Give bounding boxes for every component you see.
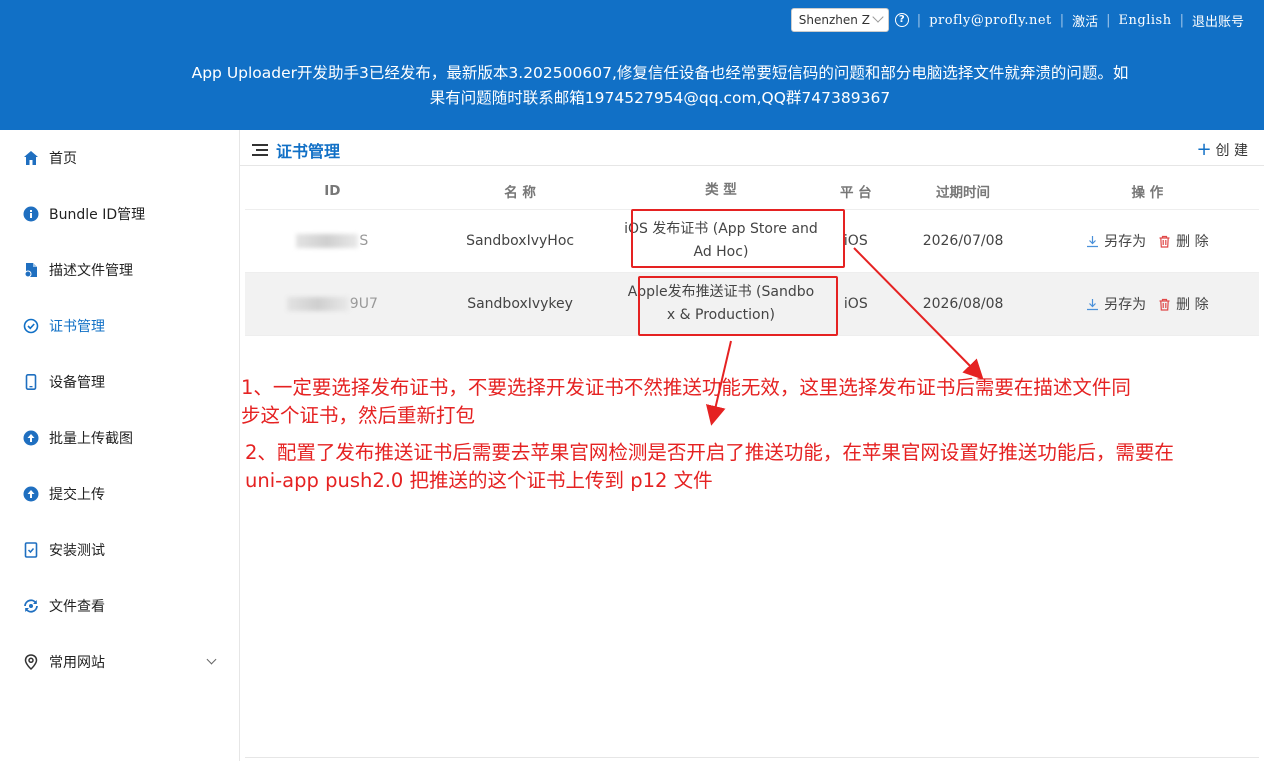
divider: | (1106, 12, 1111, 28)
home-icon (23, 150, 39, 166)
download-icon (1087, 298, 1099, 310)
sidebar-item-devices[interactable]: 设备管理 (0, 354, 239, 410)
phone-icon (23, 374, 39, 390)
redacted-mask (296, 234, 359, 248)
sidebar-item-label: 常用网站 (49, 655, 105, 671)
divider: | (916, 12, 922, 28)
announcement-line-2: 果有问题随时联系邮箱1974527954@qq.com,QQ群747389367 (429, 89, 891, 107)
annotation-note-1: 1、一定要选择发布证书，不要选择开发证书不然推送功能无效，这里选择发布证书后需要… (241, 376, 1131, 427)
column-header-name: 名 称 (504, 184, 536, 201)
sidebar-item-profiles[interactable]: 描述文件管理 (0, 242, 239, 298)
content-header: 证书管理 + 创 建 (240, 130, 1264, 166)
row-actions: 另存为 删 除 (1036, 294, 1259, 314)
column-header-platform: 平 台 (839, 184, 872, 201)
header-bar: Shenzhen Z ? | profly@profly.net | 激活 | … (0, 0, 1264, 130)
trash-icon (1159, 298, 1170, 311)
sync-icon (23, 598, 39, 614)
sidebar-item-certificates[interactable]: 证书管理 (0, 298, 239, 354)
chevron-down-icon (872, 11, 884, 23)
sidebar-item-label: 提交上传 (49, 487, 105, 503)
english-link[interactable]: English (1119, 13, 1172, 28)
page-title-text: 证书管理 (276, 142, 341, 161)
column-header-expires: 过期时间 (936, 184, 991, 201)
plus-icon: + (1196, 139, 1212, 160)
divider: | (1179, 12, 1184, 28)
list-icon (252, 144, 268, 156)
delete-button[interactable]: 删 除 (1158, 294, 1209, 314)
cert-name: SandboxIvykey (467, 296, 573, 312)
column-header-type: 类 型 (705, 182, 737, 198)
cert-expires: 2026/08/08 (922, 296, 1004, 312)
activate-link[interactable]: 激活 (1072, 11, 1098, 30)
trash-icon (1159, 235, 1170, 248)
delete-button[interactable]: 删 除 (1158, 231, 1209, 251)
sidebar-item-label: 描述文件管理 (49, 263, 133, 279)
save-as-button[interactable]: 另存为 (1086, 231, 1146, 251)
account-select[interactable]: Shenzhen Z (790, 8, 889, 32)
account-select-value: Shenzhen Z (798, 13, 870, 27)
upload-icon (23, 430, 39, 446)
chevron-down-icon[interactable] (206, 654, 217, 665)
column-header-actions: 操 作 (1131, 184, 1164, 201)
download-icon (1087, 235, 1099, 247)
install-icon (23, 542, 39, 558)
highlight-box (638, 276, 838, 336)
column-header-id: ID (324, 182, 341, 199)
announcement: App Uploader开发助手3已经发布，最新版本3.202500607,修复… (160, 61, 1160, 111)
table-header: ID 名 称 类 型 平 台 过期时间 操 作 (245, 172, 1259, 210)
sidebar-item-bundle-id[interactable]: Bundle ID管理 (0, 186, 239, 242)
announcement-line-1: App Uploader开发助手3已经发布，最新版本3.202500607,修复… (191, 64, 1129, 82)
divider: | (1059, 12, 1065, 28)
help-icon[interactable]: ? (894, 13, 909, 27)
sidebar-item-label: 证书管理 (49, 319, 105, 335)
divider (245, 757, 1259, 758)
info-icon (23, 206, 39, 222)
sidebar-item-common-sites[interactable]: 常用网站 (0, 634, 239, 690)
sidebar-item-label: 首页 (49, 151, 77, 167)
logout-link[interactable]: 退出账号 (1192, 11, 1244, 30)
sidebar-item-label: 批量上传截图 (49, 431, 133, 447)
cert-name: SandboxIvyHoc (466, 233, 575, 249)
sidebar: 首页 Bundle ID管理 描述文件管理 证书管理 设备管理 批量上传截图 提… (0, 130, 240, 761)
annotation-note-2: 2、配置了发布推送证书后需要去苹果官网检测是否开启了推送功能，在苹果官网设置好推… (245, 441, 1174, 492)
create-button-label: 创 建 (1215, 143, 1248, 159)
sidebar-item-label: 文件查看 (49, 599, 105, 615)
certificate-icon (23, 318, 39, 334)
save-as-button[interactable]: 另存为 (1086, 294, 1146, 314)
sidebar-item-submit-upload[interactable]: 提交上传 (0, 466, 239, 522)
redacted-mask (286, 297, 349, 311)
top-toolbar: Shenzhen Z ? | profly@profly.net | 激活 | … (790, 7, 1244, 33)
sidebar-item-label: Bundle ID管理 (49, 207, 146, 223)
sidebar-item-batch-screenshots[interactable]: 批量上传截图 (0, 410, 239, 466)
upload-circle-icon (23, 486, 39, 502)
sidebar-item-file-view[interactable]: 文件查看 (0, 578, 239, 634)
row-actions: 另存为 删 除 (1036, 231, 1259, 251)
highlight-box (631, 209, 845, 268)
cert-expires: 2026/07/08 (922, 233, 1004, 249)
sidebar-item-home[interactable]: 首页 (0, 130, 239, 186)
cert-id: S (245, 233, 420, 249)
sidebar-item-label: 安装测试 (49, 543, 105, 559)
create-button[interactable]: + 创 建 (1196, 140, 1248, 160)
sidebar-item-label: 设备管理 (49, 375, 105, 391)
email-link[interactable]: profly@profly.net (929, 13, 1052, 28)
cert-id: 9U7 (245, 296, 420, 312)
sidebar-item-install-test[interactable]: 安装测试 (0, 522, 239, 578)
file-icon (23, 262, 39, 278)
location-icon (23, 654, 39, 670)
page-title: 证书管理 (252, 138, 340, 162)
